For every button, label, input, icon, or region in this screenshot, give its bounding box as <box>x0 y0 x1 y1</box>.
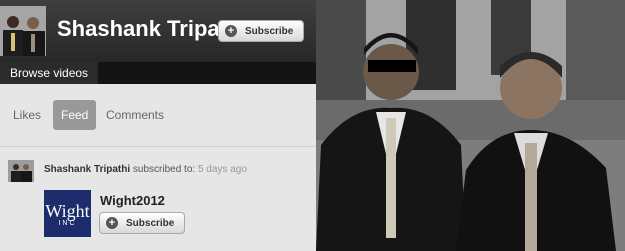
feed-user-link[interactable]: Shashank Tripathi <box>44 164 130 175</box>
channel-header: Shashank Tripathi + Subscribe <box>0 0 316 62</box>
channel-panel: Shashank Tripathi + Subscribe Browse vid… <box>0 0 316 251</box>
feed-user-avatar[interactable] <box>8 160 34 182</box>
activity-tabs: Likes Feed Comments <box>0 100 316 130</box>
divider <box>0 146 316 147</box>
channel-avatar[interactable] <box>0 6 46 56</box>
tab-comments[interactable]: Comments <box>106 100 164 130</box>
photo <box>316 0 625 251</box>
subscribed-channel-title[interactable]: Wight2012 <box>100 193 165 208</box>
subscribe-label: Subscribe <box>245 26 294 37</box>
wight-logo[interactable]: Wight INC <box>44 190 91 237</box>
wight-logo-text: Wight <box>45 201 90 221</box>
plus-icon: + <box>106 217 118 229</box>
feed-time: 5 days ago <box>197 164 247 175</box>
browse-videos-link[interactable]: Browse videos <box>0 62 99 84</box>
feed-action: subscribed to: <box>132 164 196 175</box>
subscribe-button[interactable]: + Subscribe <box>218 20 304 42</box>
subscribe-label: Subscribe <box>126 218 175 229</box>
tab-likes[interactable]: Likes <box>13 100 41 130</box>
subscribe-button-wight[interactable]: + Subscribe <box>99 212 185 234</box>
wight-logo-sub: INC <box>58 220 77 227</box>
channel-nav: Browse videos <box>0 62 316 84</box>
feed-entry-text: Shashank Tripathi subscribed to: 5 days … <box>44 164 247 175</box>
tab-feed[interactable]: Feed <box>53 100 97 130</box>
plus-icon: + <box>225 25 237 37</box>
